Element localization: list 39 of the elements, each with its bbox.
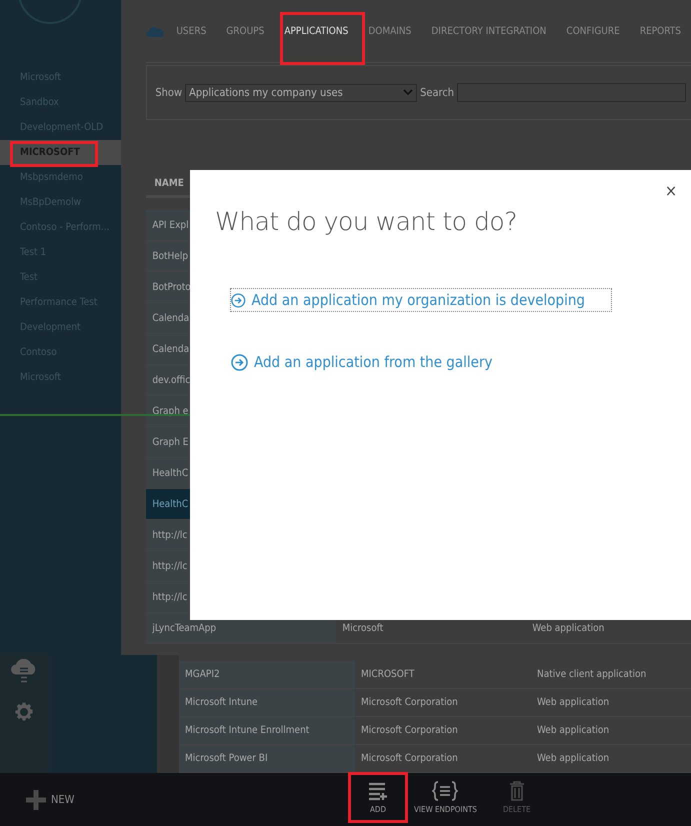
cloud-list-icon — [11, 659, 38, 685]
table-cell-text: Web application — [536, 752, 610, 766]
trash-icon — [508, 781, 525, 801]
highlight-frame — [348, 772, 408, 823]
nav-tab[interactable]: REPORTS — [630, 26, 691, 36]
plus-icon — [25, 788, 47, 810]
table-cell-text: Microsoft — [341, 622, 384, 636]
endpoints-button[interactable]: VIEW ENDPOINTS — [414, 781, 477, 814]
nav-tab[interactable]: CONFIGURE — [556, 26, 630, 36]
table-cell: Microsoft Power BI — [179, 745, 355, 772]
arrow-circle-icon — [231, 292, 246, 308]
table-cell-text: Microsoft Corporation — [360, 752, 459, 766]
nav-tab[interactable]: USERS — [166, 26, 216, 36]
arrow-circle-icon — [231, 354, 248, 370]
table-cell-text: Web application — [536, 696, 610, 710]
search-label: Search — [420, 86, 454, 99]
show-label: Show — [155, 86, 182, 99]
table-cell-text: Microsoft Corporation — [360, 696, 459, 710]
add-button[interactable]: ADD — [368, 781, 388, 814]
table-cell-text: MICROSOFT — [360, 668, 416, 682]
list-add-icon — [368, 781, 388, 801]
column-header[interactable]: NAME — [154, 178, 184, 189]
new-button[interactable]: NEW — [25, 788, 74, 810]
close-button[interactable]: × — [658, 180, 683, 201]
table-cell-text: Web application — [531, 622, 606, 636]
nav-tab[interactable]: DIRECTORY INTEGRATION — [421, 26, 556, 36]
table-cell: Microsoft Intune — [179, 689, 355, 716]
show-dropdown[interactable]: Applications my company uses — [185, 84, 418, 102]
table-cell: Microsoft Intune Enrollment — [179, 717, 355, 744]
table-cell-text: Microsoft Corporation — [360, 724, 459, 738]
chevron-down-icon — [403, 89, 414, 96]
nav-tab[interactable]: DOMAINS — [358, 26, 422, 36]
braces-list-icon — [432, 781, 458, 801]
table-cell-text: Web application — [536, 724, 610, 738]
cloud-icon — [146, 25, 164, 37]
nav-tab[interactable]: GROUPS — [216, 26, 274, 36]
nav-tab[interactable]: APPLICATIONS — [274, 26, 358, 36]
table-cell: MGAPI2 — [179, 661, 355, 688]
table-cell-text: Native client application — [536, 668, 648, 682]
